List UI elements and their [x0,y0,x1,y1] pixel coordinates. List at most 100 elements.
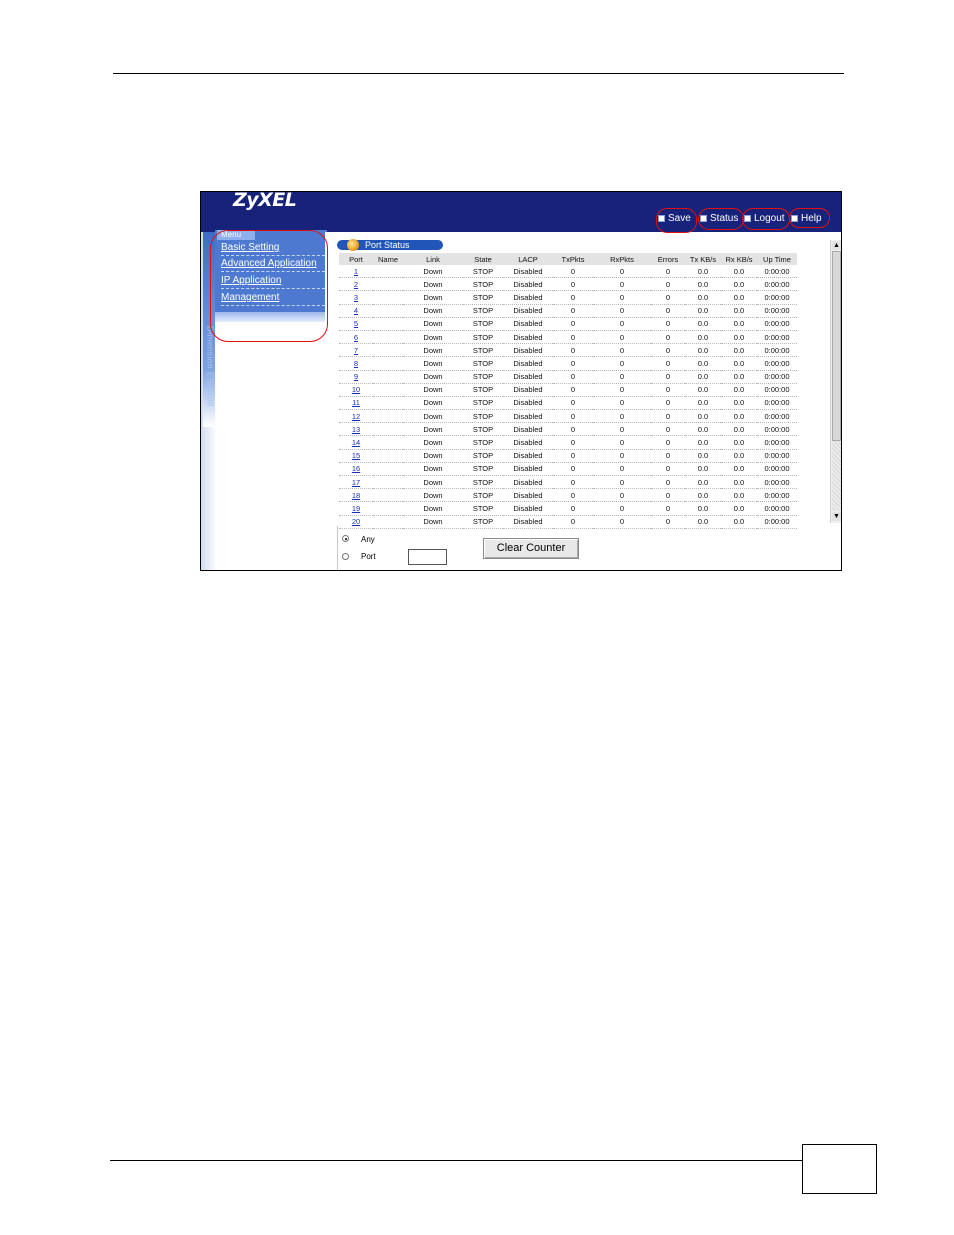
table-cell: 0 [593,462,651,477]
port-link[interactable]: 13 [352,425,360,434]
clear-counter-button[interactable]: Clear Counter [483,538,579,559]
table-cell: 0 [553,330,593,345]
table-cell: 0:00:00 [757,277,797,292]
port-label: Port [361,552,376,561]
table-cell: 0 [651,488,685,503]
port-link[interactable]: 19 [352,504,360,513]
table-cell: 0.0 [721,501,757,516]
port-link[interactable]: 8 [354,359,358,368]
table-row: 2 Down STOP Disabled 0 0 0 0.0 0.0 0:00:00 [339,277,797,292]
table-cell: 0 [651,396,685,411]
table-cell: 0.0 [685,449,721,463]
table-cell: Disabled [503,277,553,292]
table-cell: 0 [593,449,651,463]
table-cell: 0.0 [721,356,757,371]
port-cell: 18 [339,488,373,503]
table-cell: 0.0 [685,290,721,305]
table-cell: 0:00:00 [757,290,797,305]
port-link[interactable]: 2 [354,280,358,289]
scroll-thumb[interactable] [832,251,841,441]
table-cell: 0:00:00 [757,396,797,411]
table-cell: Down [403,304,463,318]
page-number-box [802,1144,877,1194]
table-cell [373,396,403,411]
table-cell: 0 [593,343,651,358]
highlight-ring-save [656,208,697,233]
table-cell [373,277,403,292]
table-cell: 0.0 [685,317,721,331]
table-cell: 0 [593,265,651,279]
table-row: 14 Down STOP Disabled 0 0 0 0.0 0.0 0:00:00 [339,435,797,450]
port-link[interactable]: 18 [352,491,360,500]
port-radio[interactable] [342,553,349,560]
table-cell: Disabled [503,488,553,503]
port-number-input[interactable] [408,549,447,565]
vertical-scrollbar[interactable]: ▲ ▼ [830,240,841,523]
port-cell: 14 [339,435,373,450]
table-row: 19 Down STOP Disabled 0 0 0 0.0 0.0 0:00:00 [339,501,797,516]
table-cell: 0 [651,383,685,397]
port-cell: 6 [339,330,373,345]
table-row: 5 Down STOP Disabled 0 0 0 0.0 0.0 0:00:00 [339,317,797,331]
table-cell: STOP [463,290,503,305]
port-link[interactable]: 5 [354,319,358,328]
table-cell: Down [403,475,463,490]
table-cell: 0.0 [685,370,721,384]
port-link[interactable]: 9 [354,372,358,381]
port-link[interactable]: 12 [352,412,360,421]
scroll-track[interactable] [832,441,841,511]
table-cell: Disabled [503,370,553,384]
port-link[interactable]: 10 [352,385,360,394]
table-cell: STOP [463,515,503,529]
port-link[interactable]: 6 [354,333,358,342]
port-link[interactable]: 3 [354,293,358,302]
column-header: State [463,253,503,265]
table-cell: Down [403,488,463,503]
table-row: 20 Down STOP Disabled 0 0 0 0.0 0.0 0:00:00 [339,515,797,529]
table-cell: STOP [463,277,503,292]
port-cell: 17 [339,475,373,490]
table-cell: 0 [553,435,593,450]
port-link[interactable]: 15 [352,451,360,460]
table-cell: 0.0 [685,501,721,516]
table-cell: Down [403,343,463,358]
table-cell: 0 [593,383,651,397]
table-cell: 0.0 [721,396,757,411]
table-cell: Down [403,383,463,397]
table-cell: 0 [593,356,651,371]
table-cell [373,409,403,424]
port-link[interactable]: 11 [352,398,360,407]
scroll-down-icon[interactable]: ▼ [832,512,841,521]
table-row: 9 Down STOP Disabled 0 0 0 0.0 0.0 0:00:00 [339,370,797,384]
table-cell: 0.0 [685,475,721,490]
table-row: 6 Down STOP Disabled 0 0 0 0.0 0.0 0:00:00 [339,330,797,345]
table-cell: 0:00:00 [757,265,797,279]
scroll-up-icon[interactable]: ▲ [832,241,841,250]
table-cell [373,317,403,331]
highlight-ring-status [698,208,744,230]
table-cell: 0 [593,277,651,292]
highlight-ring-menu [210,230,328,342]
table-cell: 0 [651,501,685,516]
any-radio[interactable] [342,535,349,542]
table-row: 13 Down STOP Disabled 0 0 0 0.0 0.0 0:00:00 [339,422,797,437]
table-cell: 0 [593,435,651,450]
port-link[interactable]: 7 [354,346,358,355]
column-header: RxPkts [593,253,651,265]
table-cell: 0 [651,265,685,279]
table-cell: STOP [463,343,503,358]
port-link[interactable]: 4 [354,306,358,315]
table-cell: 0 [553,409,593,424]
table-cell: Down [403,462,463,477]
table-cell: 0:00:00 [757,304,797,318]
port-link[interactable]: 16 [352,464,360,473]
table-cell: 0 [553,396,593,411]
table-cell: Disabled [503,422,553,437]
port-link[interactable]: 1 [354,267,358,276]
port-link[interactable]: 17 [352,478,360,487]
zyxel-logo: ZyXEL [233,191,297,211]
table-cell: 0.0 [721,370,757,384]
port-link[interactable]: 20 [352,517,360,526]
port-link[interactable]: 14 [352,438,360,447]
table-cell: 0.0 [721,343,757,358]
